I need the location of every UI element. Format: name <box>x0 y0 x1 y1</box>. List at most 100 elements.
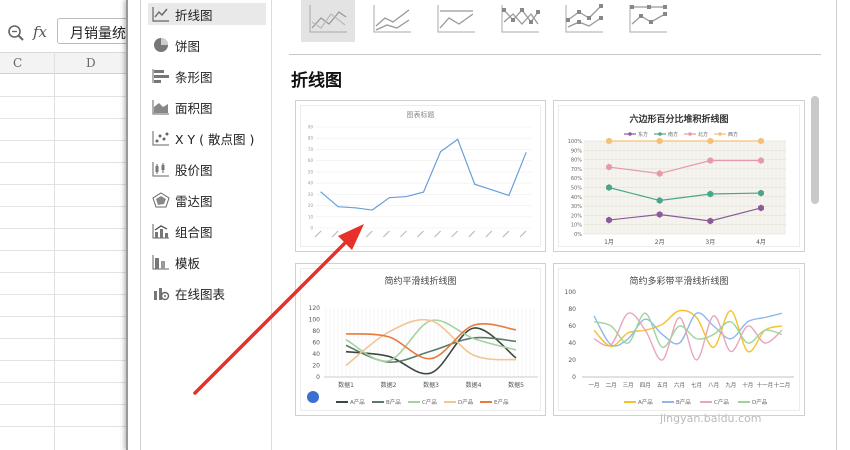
gallery-scrollbar[interactable] <box>811 96 819 204</box>
x-tick-label <box>485 230 493 238</box>
template-icon <box>152 254 170 270</box>
data-point <box>320 191 322 193</box>
card-3-chart: 0 20 40 60 80 100 120 数据1 数据2 数据3 数据4 数据5 A产品 B产品 C产品 D… <box>307 305 538 406</box>
fx-icon[interactable]: fx <box>33 23 47 41</box>
chart-template-card-3[interactable]: 简约平滑线折线图 0 20 40 60 80 100 120 数据1 数据2 数据3 数据4 数据5 A… <box>295 263 546 416</box>
column-header-d[interactable]: D <box>86 56 96 70</box>
data-point <box>457 138 459 140</box>
x-tick-label: 三月 <box>623 382 634 389</box>
y-tick-label: 30 <box>308 192 314 197</box>
legend-label: D产品 <box>458 398 474 406</box>
x-tick-label: 1月 <box>604 239 614 246</box>
y-tick-label: 80 <box>312 328 320 335</box>
x-tick-label: 一月 <box>588 382 599 389</box>
subtype-stacked-line-markers[interactable] <box>557 0 611 42</box>
subtype-line[interactable] <box>301 0 355 42</box>
sidebar-item-line[interactable]: 折线图 <box>148 3 266 25</box>
sidebar-item-radar[interactable]: 雷达图 <box>148 189 266 211</box>
legend-label: 东方 <box>638 131 648 138</box>
combo-chart-icon <box>152 223 170 239</box>
zoom-icon[interactable] <box>7 24 25 45</box>
sidebar-item-area[interactable]: 面积图 <box>148 96 266 118</box>
card-1-chart: 0 10 20 30 40 50 60 70 80 90 <box>308 125 531 238</box>
legend-label: E产品 <box>494 398 509 406</box>
series-line <box>345 319 517 362</box>
subtype-percent-line[interactable] <box>429 0 483 42</box>
x-tick-label <box>399 230 407 238</box>
y-tick-label: 60 <box>308 158 314 163</box>
y-tick-label: 20 <box>568 357 576 364</box>
y-tick-label: 40 <box>568 340 576 347</box>
legend-label: C产品 <box>714 398 729 406</box>
column-header-c[interactable]: C <box>13 56 22 70</box>
section-title: 折线图 <box>291 71 342 91</box>
sidebar-item-template[interactable]: 模板 <box>148 251 266 273</box>
area-chart-icon <box>152 99 170 115</box>
subtype-percent-line-markers[interactable] <box>621 0 675 42</box>
stock-chart-icon <box>152 161 170 177</box>
sidebar-item-pie[interactable]: 饼图 <box>148 34 266 56</box>
sidebar-item-online-chart[interactable]: 在线图表 <box>148 282 266 304</box>
x-tick-label: 六月 <box>674 381 685 389</box>
data-point <box>474 183 476 185</box>
legend-label: B产品 <box>386 398 401 406</box>
x-tick-label <box>365 230 373 238</box>
x-tick-label: 4月 <box>756 239 766 246</box>
x-tick-label <box>468 230 476 238</box>
x-tick-label: 十月 <box>742 381 753 389</box>
y-tick-label: 60 <box>568 323 576 330</box>
x-tick-label: 数据2 <box>381 381 397 389</box>
legend-label: C产品 <box>422 398 437 406</box>
chart-template-card-2[interactable]: 六边形百分比堆积折线图 0% 10% 20% 30% 40% 50% 60% 70% 80% 90… <box>553 100 805 252</box>
x-tick-label: 数据1 <box>338 381 354 389</box>
x-tick-label: 九月 <box>725 381 736 389</box>
y-tick-label: 50 <box>308 169 314 174</box>
y-tick-label: 100 <box>309 317 321 324</box>
column-header: C D <box>0 52 140 74</box>
y-tick-label: 70 <box>308 147 314 152</box>
y-tick-label: 80% <box>571 158 582 164</box>
x-tick-label: 二月 <box>606 382 617 389</box>
online-chart-icon <box>152 285 170 301</box>
y-tick-label: 120 <box>309 305 321 312</box>
line-chart-icon <box>152 6 170 22</box>
x-tick-label: 2月 <box>655 239 665 246</box>
x-tick-label: 数据4 <box>466 381 482 389</box>
y-tick-label: 20 <box>308 203 314 208</box>
pie-chart-icon <box>152 37 170 53</box>
watermark: jingyan.baidu.com <box>660 412 762 425</box>
y-tick-label: 0 <box>310 226 313 231</box>
legend-marker <box>688 132 692 136</box>
sidebar-item-scatter[interactable]: X Y ( 散点图 ) <box>148 127 266 149</box>
x-tick-label <box>314 230 322 238</box>
sidebar-item-stock[interactable]: 股价图 <box>148 158 266 180</box>
chart-type-sidebar: 折线图 饼图 条形图 面积图 X Y ( 散点图 ) 股价图 雷达图 组合图 模… <box>142 0 272 450</box>
y-tick-label: 40% <box>571 195 582 201</box>
card-2-chart: 0% 10% 20% 30% 40% 50% 60% 70% 80% 90% 100% 1月 2月 3月 4… <box>568 131 786 246</box>
data-point <box>337 206 339 208</box>
data-point <box>388 197 390 199</box>
legend-label: 西方 <box>728 131 738 138</box>
x-tick-label: 数据5 <box>508 381 524 389</box>
badge-icon <box>307 391 319 403</box>
x-tick-label <box>348 230 356 238</box>
y-tick-label: 100% <box>568 139 583 145</box>
x-tick-label: 五月 <box>657 382 668 389</box>
y-tick-label: 20 <box>312 363 320 370</box>
x-tick-label <box>451 230 459 238</box>
chart-template-card-1[interactable]: 图表标题 0 10 20 30 40 50 60 70 80 90 <box>295 100 546 252</box>
data-point <box>491 189 493 191</box>
x-tick-label: 七月 <box>691 381 702 389</box>
subtype-stacked-line[interactable] <box>365 0 419 42</box>
radar-chart-icon <box>152 192 170 208</box>
y-tick-label: 40 <box>308 181 314 186</box>
sidebar-item-combo[interactable]: 组合图 <box>148 220 266 242</box>
legend-label: B产品 <box>676 398 691 406</box>
subtype-line-markers[interactable] <box>493 0 547 42</box>
sidebar-item-bar[interactable]: 条形图 <box>148 65 266 87</box>
x-tick-label: 八月 <box>708 382 719 389</box>
chart-template-card-4[interactable]: 简约多彩带平滑线折线图 0 20 40 60 80 100 一月 二月 三月 四月 五月 六月 七月 八月… <box>553 263 805 416</box>
y-tick-label: 100 <box>565 289 577 296</box>
x-tick-label: 十一月 <box>757 381 774 389</box>
y-tick-label: 50% <box>571 186 582 192</box>
